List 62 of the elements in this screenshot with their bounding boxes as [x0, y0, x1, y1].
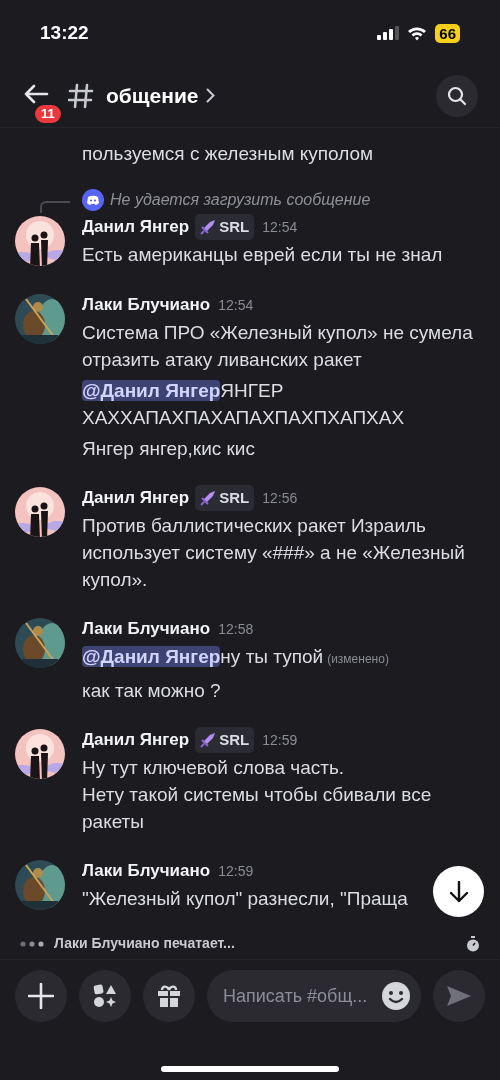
gift-button[interactable]: [143, 970, 195, 1022]
typing-dots-icon: [20, 940, 46, 947]
message-text: пользуемся с железным куполом: [82, 142, 374, 166]
sword-icon: [200, 732, 217, 748]
signal-icon: [377, 26, 400, 40]
typing-indicator: Лаки Блучиано печатает...: [54, 934, 235, 953]
message-field[interactable]: Написать #общ...: [207, 970, 421, 1022]
message-text: @Данил ЯнгерЯНГЕР ХАХХАПАХПАХАПАХПАХПХАПХАХ: [82, 379, 406, 430]
sword-icon: [200, 490, 217, 506]
role-badge: SRL: [195, 214, 255, 240]
timestamp: 12:59: [218, 861, 254, 881]
reply-preview[interactable]: Не удается загрузить сообщение: [110, 188, 371, 212]
reply-connector: [40, 201, 70, 213]
author-name[interactable]: Данил Янгер: [82, 485, 190, 511]
role-badge: SRL: [195, 485, 255, 511]
clock: 13:22: [40, 20, 89, 45]
back-arrow-icon: [23, 83, 49, 104]
author-name[interactable]: Лаки Блучиано: [82, 858, 211, 884]
discord-icon: [82, 189, 104, 211]
timestamp: 12:58: [218, 619, 254, 639]
add-button[interactable]: [15, 970, 67, 1022]
message-text: Нету такой системы чтобы сбивали все ракеты: [82, 783, 433, 834]
edited-label: (изменено): [327, 652, 389, 666]
stopwatch-icon: [466, 935, 480, 952]
wifi-icon: [407, 25, 428, 41]
send-icon: [446, 985, 472, 1007]
battery-indicator: 66: [435, 23, 460, 43]
channel-title[interactable]: общение: [106, 79, 216, 112]
timestamp: 12:59: [262, 730, 298, 750]
unread-badge: 11: [33, 103, 63, 125]
message-text: Против баллистических ракет Израиль использует систему «###» а не «Железный купол».: [82, 514, 466, 592]
timestamp: 12:54: [218, 295, 254, 315]
message-text: Система ПРО «Железный купол» не сумела отразить атаку ливанских ракет: [82, 321, 474, 372]
send-button[interactable]: [433, 970, 485, 1022]
hashtag-icon: [68, 82, 94, 109]
timestamp: 12:54: [262, 217, 298, 237]
message-text: Есть американцы еврей если ты не знал: [82, 243, 443, 267]
search-icon: [447, 85, 467, 106]
mention[interactable]: @Данил Янгер: [82, 646, 221, 667]
back-button[interactable]: [22, 83, 50, 104]
sword-icon: [200, 219, 217, 235]
timestamp: 12:56: [262, 488, 298, 508]
down-arrow-icon: [448, 880, 469, 903]
message-text: Ну тут ключевой слова часть.: [82, 756, 345, 780]
chevron-icon: [206, 88, 216, 103]
gift-icon: [157, 984, 181, 1008]
message-text: "Железный купол" разнесли, "Праща: [82, 887, 408, 911]
emoji-icon[interactable]: [381, 981, 411, 1011]
author-name[interactable]: Данил Янгер: [82, 727, 190, 753]
mention[interactable]: @Данил Янгер: [82, 380, 221, 401]
search-button[interactable]: [436, 74, 478, 117]
plus-icon: [28, 983, 54, 1009]
message-text: Янгер янгер,кис кис: [82, 437, 255, 461]
scroll-down-button[interactable]: [433, 866, 484, 917]
author-name[interactable]: Данил Янгер: [82, 214, 190, 240]
author-name[interactable]: Лаки Блучиано: [82, 616, 211, 642]
role-badge: SRL: [195, 727, 255, 753]
apps-icon: [93, 984, 117, 1008]
message-text: @Данил Янгерну ты тупой (изменено): [82, 645, 389, 669]
apps-button[interactable]: [79, 970, 131, 1022]
author-name[interactable]: Лаки Блучиано: [82, 292, 211, 318]
message-text: как так можно ?: [82, 679, 221, 703]
